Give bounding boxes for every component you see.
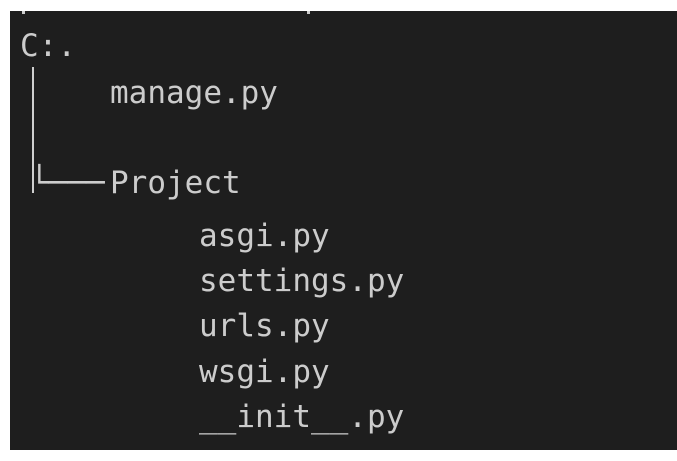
file-settings-py: settings.py — [199, 263, 405, 299]
file-wsgi-py: wsgi.py — [199, 354, 330, 390]
cropped-text-fragment — [22, 11, 25, 14]
file-manage-py: manage.py — [110, 75, 278, 111]
terminal-window: C:. manage.py └─── Project asgi.py setti… — [10, 11, 677, 450]
file-asgi-py: asgi.py — [199, 218, 330, 254]
root-drive-label: C:. — [20, 28, 76, 64]
folder-project: Project — [110, 165, 241, 201]
file-urls-py: urls.py — [199, 308, 330, 344]
file-init-py: __init__.py — [199, 399, 405, 435]
folder-connector: └─── — [30, 165, 105, 201]
cropped-text-fragment — [307, 11, 310, 14]
